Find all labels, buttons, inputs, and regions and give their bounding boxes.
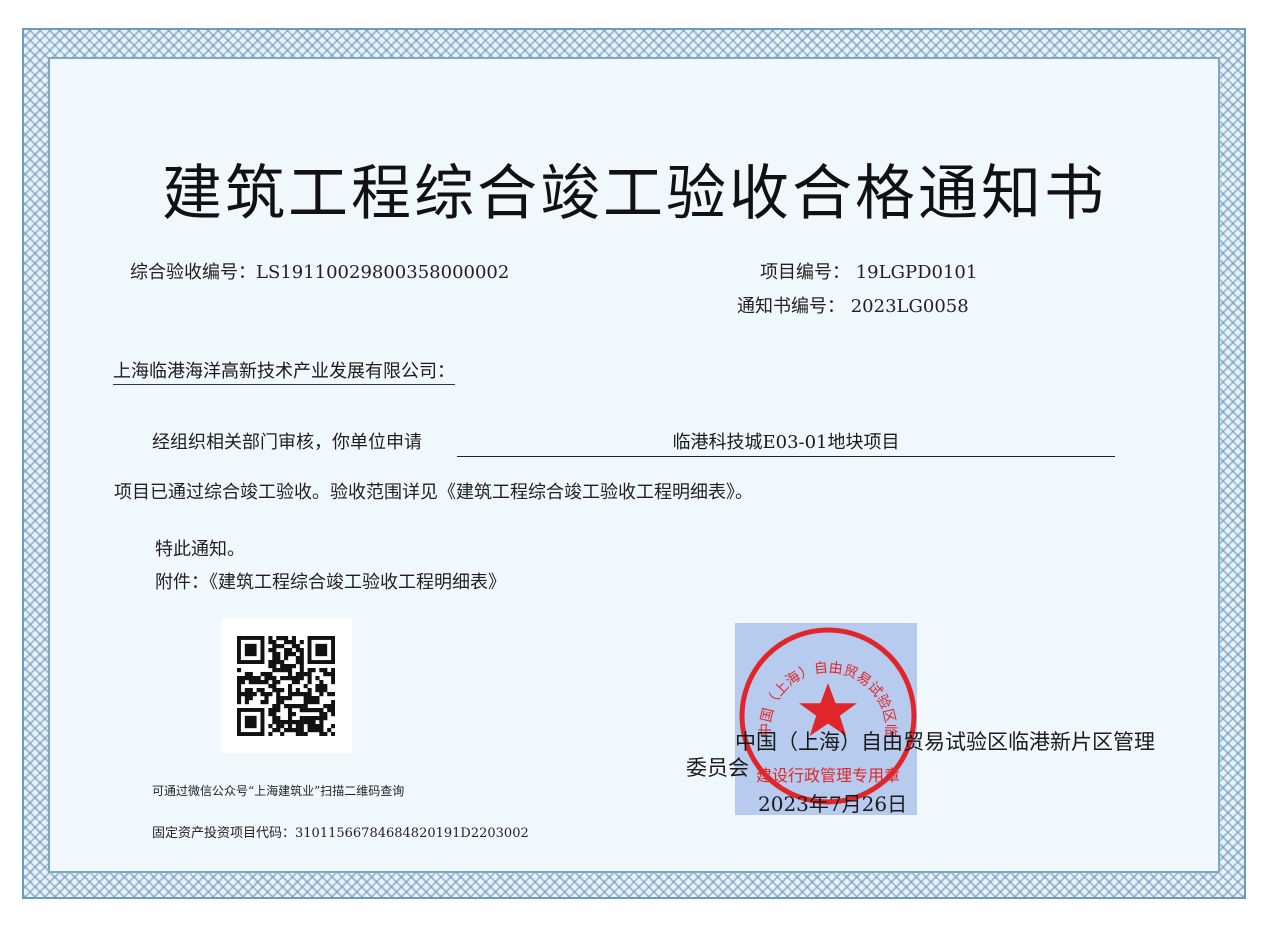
official-seal: 中国（上海）自由贸易试验区临港新片区管理委员会 建设行政管理专用章 — [735, 623, 917, 805]
qr-code — [221, 618, 352, 753]
attachment-line: 附件：《建筑工程综合竣工验收工程明细表》 — [155, 572, 506, 593]
qr-code-icon — [237, 636, 335, 736]
project-name: 临港科技城E03-01地块项目 — [457, 428, 1115, 457]
body-suffix: 项目已通过综合竣工验收。验收范围详见《建筑工程综合竣工验收工程明细表》。 — [114, 482, 753, 503]
certificate-title: 建筑工程综合竣工验收合格通知书 — [162, 159, 1107, 229]
recipient-company: 上海临港海洋高新技术产业发展有限公司： — [113, 357, 455, 385]
notice-number: 通知书编号： 2023LG0058 — [737, 296, 969, 317]
project-number: 项目编号： 19LGPD0101 — [760, 262, 978, 283]
special-notice: 特此通知。 — [155, 539, 245, 560]
body-prefix: 经组织相关部门审核，你单位申请 — [152, 432, 422, 453]
issuer-line-2: 委员会 — [686, 756, 749, 780]
investment-code: 固定资产投资项目代码：31011566784684820191D2203002 — [152, 826, 529, 841]
seal-center-text: 建设行政管理专用章 — [756, 766, 900, 785]
issue-date: 2023年7月26日 — [758, 792, 908, 816]
issuer-line-1: 中国（上海）自由贸易试验区临港新片区管理 — [735, 730, 1155, 754]
acceptance-number: 综合验收编号：LS19110029800358000002 — [130, 262, 510, 283]
qr-note: 可通过微信公众号“上海建筑业”扫描二维码查询 — [152, 784, 405, 798]
